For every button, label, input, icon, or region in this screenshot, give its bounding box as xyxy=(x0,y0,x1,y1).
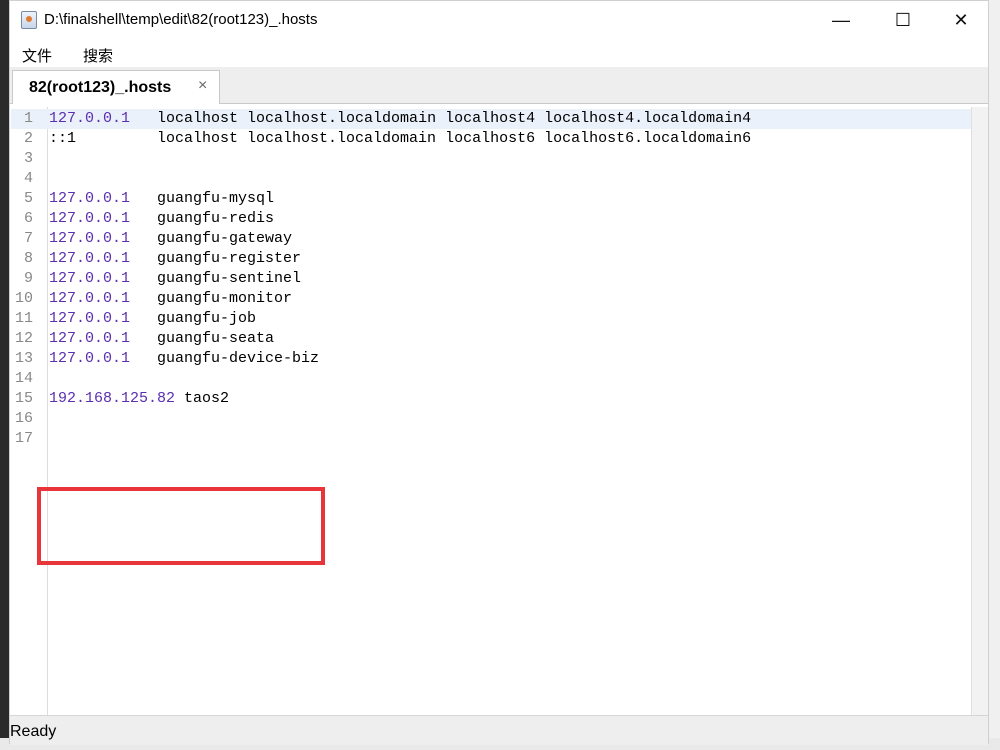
hostnames: guangfu-sentinel xyxy=(130,270,302,287)
line-content: 127.0.0.1 guangfu-redis xyxy=(49,209,274,229)
line-content: 127.0.0.1 localhost localhost.localdomai… xyxy=(49,109,751,129)
line-content: 127.0.0.1 guangfu-register xyxy=(49,249,301,269)
code-line[interactable]: 3 xyxy=(11,149,971,169)
editor-window: D:\finalshell\temp\edit\82(root123)_.hos… xyxy=(9,0,989,745)
line-number: 9 xyxy=(23,270,33,287)
ip-address: 127.0.0.1 xyxy=(49,290,131,307)
code-line[interactable]: 15 192.168.125.82 taos2 xyxy=(11,389,971,409)
code-line[interactable]: 1 127.0.0.1 localhost localhost.localdoma… xyxy=(11,109,971,129)
code-line[interactable]: 16 xyxy=(11,409,971,429)
menu-bar: 文件 搜索 xyxy=(10,39,988,67)
line-number: 4 xyxy=(23,170,33,187)
ip-address: 127.0.0.1 xyxy=(49,190,131,207)
code-line[interactable]: 12 127.0.0.1 guangfu-seata xyxy=(11,329,971,349)
tab-label: 82(root123)_.hosts xyxy=(29,79,172,96)
line-number: 3 xyxy=(23,150,33,167)
ip-address: 127.0.0.1 xyxy=(49,350,131,367)
code-line[interactable]: 4 xyxy=(11,169,971,189)
ip-address: 127.0.0.1 xyxy=(49,330,131,347)
line-content: 127.0.0.1 guangfu-sentinel xyxy=(49,269,301,289)
highlight-box xyxy=(37,487,325,565)
close-button[interactable]: ✕ xyxy=(938,1,984,39)
code-line[interactable]: 11 127.0.0.1 guangfu-job xyxy=(11,309,971,329)
code-line[interactable]: 14 xyxy=(11,369,971,389)
vertical-scrollbar[interactable] xyxy=(971,107,988,715)
code-line[interactable]: 9 127.0.0.1 guangfu-sentinel xyxy=(11,269,971,289)
window-title: D:\finalshell\temp\edit\82(root123)_.hos… xyxy=(44,11,318,28)
ip-address: 127.0.0.1 xyxy=(49,210,131,227)
line-number: 8 xyxy=(23,250,33,267)
line-number: 2 xyxy=(23,130,33,147)
hostnames: ::1 localhost localhost.localdomain loca… xyxy=(49,130,752,147)
line-number: 11 xyxy=(14,310,33,327)
code-line[interactable]: 10 127.0.0.1 guangfu-monitor xyxy=(11,289,971,309)
line-number: 16 xyxy=(14,410,33,427)
line-content: ::1 localhost localhost.localdomain loca… xyxy=(49,129,751,149)
ip-address: 192.168.125.82 xyxy=(49,390,176,407)
line-number: 10 xyxy=(14,290,33,307)
hostnames: guangfu-device-biz xyxy=(130,350,320,367)
line-number: 14 xyxy=(14,370,33,387)
line-content: 127.0.0.1 guangfu-seata xyxy=(49,329,274,349)
background-window-edge xyxy=(988,0,1000,750)
menu-file[interactable]: 文件 xyxy=(22,45,52,66)
text-editor[interactable]: 1 127.0.0.1 localhost localhost.localdoma… xyxy=(11,107,971,715)
hostnames: guangfu-monitor xyxy=(130,290,293,307)
line-number: 5 xyxy=(23,190,33,207)
line-content: 127.0.0.1 guangfu-device-biz xyxy=(49,349,319,369)
hostnames: guangfu-register xyxy=(130,250,302,267)
java-app-icon xyxy=(21,11,37,29)
status-bar: Ready xyxy=(10,715,988,745)
maximize-button[interactable]: ☐ xyxy=(880,1,926,39)
hostnames: guangfu-seata xyxy=(130,330,275,347)
code-line[interactable]: 8 127.0.0.1 guangfu-register xyxy=(11,249,971,269)
ip-address: 127.0.0.1 xyxy=(49,270,131,287)
line-number: 15 xyxy=(14,390,33,407)
ip-address: 127.0.0.1 xyxy=(49,310,131,327)
code-line[interactable]: 13 127.0.0.1 guangfu-device-biz xyxy=(11,349,971,369)
hostnames: taos2 xyxy=(175,390,230,407)
line-content: 192.168.125.82 taos2 xyxy=(49,389,229,409)
ip-address: 127.0.0.1 xyxy=(49,110,131,127)
line-number: 12 xyxy=(14,330,33,347)
hostnames: guangfu-redis xyxy=(130,210,275,227)
line-content: 127.0.0.1 guangfu-job xyxy=(49,309,256,329)
hostnames: guangfu-gateway xyxy=(130,230,293,247)
line-number: 1 xyxy=(23,110,33,127)
line-number: 7 xyxy=(23,230,33,247)
line-content: 127.0.0.1 guangfu-mysql xyxy=(49,189,274,209)
line-number: 13 xyxy=(14,350,33,367)
code-line[interactable]: 2::1 localhost localhost.localdomain loc… xyxy=(11,129,971,149)
code-line[interactable]: 6 127.0.0.1 guangfu-redis xyxy=(11,209,971,229)
hostnames: guangfu-job xyxy=(130,310,257,327)
hostnames: guangfu-mysql xyxy=(130,190,275,207)
title-bar[interactable]: D:\finalshell\temp\edit\82(root123)_.hos… xyxy=(10,1,988,39)
tab-close-icon[interactable]: × xyxy=(198,77,207,95)
code-line[interactable]: 17 xyxy=(11,429,971,449)
menu-search[interactable]: 搜索 xyxy=(83,45,113,66)
line-number: 6 xyxy=(23,210,33,227)
tab-bar: 82(root123)_.hosts × xyxy=(10,67,988,104)
line-content: 127.0.0.1 guangfu-gateway xyxy=(49,229,292,249)
tab-hosts-file[interactable]: 82(root123)_.hosts × xyxy=(12,70,220,104)
line-number: 17 xyxy=(14,430,33,447)
ip-address: 127.0.0.1 xyxy=(49,230,131,247)
code-line[interactable]: 7 127.0.0.1 guangfu-gateway xyxy=(11,229,971,249)
ip-address: 127.0.0.1 xyxy=(49,250,131,267)
minimize-button[interactable]: — xyxy=(818,1,864,39)
hostnames: localhost localhost.localdomain localhos… xyxy=(130,110,752,127)
code-line[interactable]: 5 127.0.0.1 guangfu-mysql xyxy=(11,189,971,209)
status-text: Ready xyxy=(10,723,57,740)
line-content: 127.0.0.1 guangfu-monitor xyxy=(49,289,292,309)
